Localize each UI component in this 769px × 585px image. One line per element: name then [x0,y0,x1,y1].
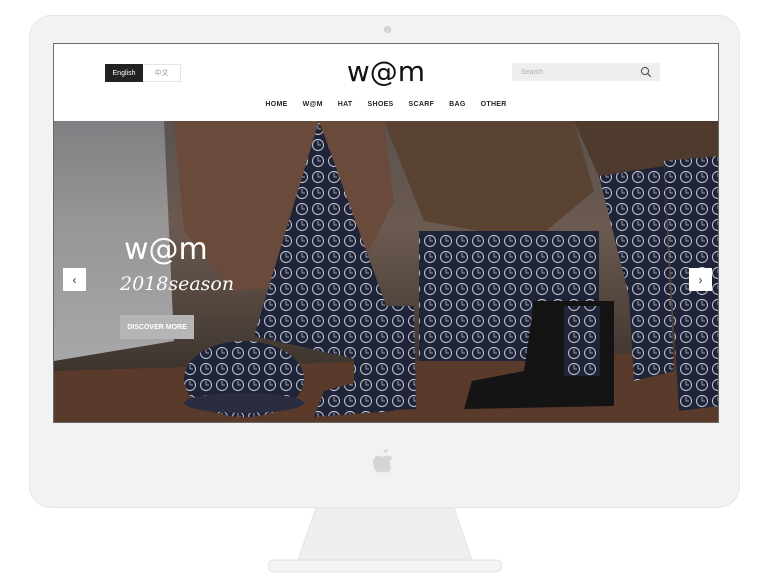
camera-dot [384,26,391,33]
nav-other[interactable]: OTHER [481,101,507,108]
nav-shoes[interactable]: SHOES [368,101,394,108]
nav-scarf[interactable]: SCARF [409,101,435,108]
nav-bag[interactable]: BAG [449,101,465,108]
search-input[interactable] [521,68,639,76]
chevron-right-icon: › [698,272,703,287]
nav-home[interactable]: HOME [265,101,287,108]
main-nav: HOME W@M HAT SHOES SCARF BAG OTHER [54,101,718,108]
hero-banner: w@m 2018season DISCOVER MORE ‹ › [54,121,718,422]
search-box [512,63,660,81]
slider-prev-button[interactable]: ‹ [63,268,86,291]
nav-wam[interactable]: W@M [303,101,323,108]
slider-next-button[interactable]: › [689,268,712,291]
screen: English 中文 w@m HOME W@M HAT SHOES SCARF … [53,43,719,423]
nav-hat[interactable]: HAT [338,101,353,108]
hero-season-text: 2018season [120,273,235,295]
chevron-left-icon: ‹ [72,272,77,287]
discover-more-button[interactable]: DISCOVER MORE [120,315,194,339]
apple-logo-icon [373,449,393,473]
hero-image [54,121,718,422]
hero-logo: w@m [124,232,208,267]
monitor-stand [268,508,502,573]
search-icon[interactable] [640,66,652,78]
